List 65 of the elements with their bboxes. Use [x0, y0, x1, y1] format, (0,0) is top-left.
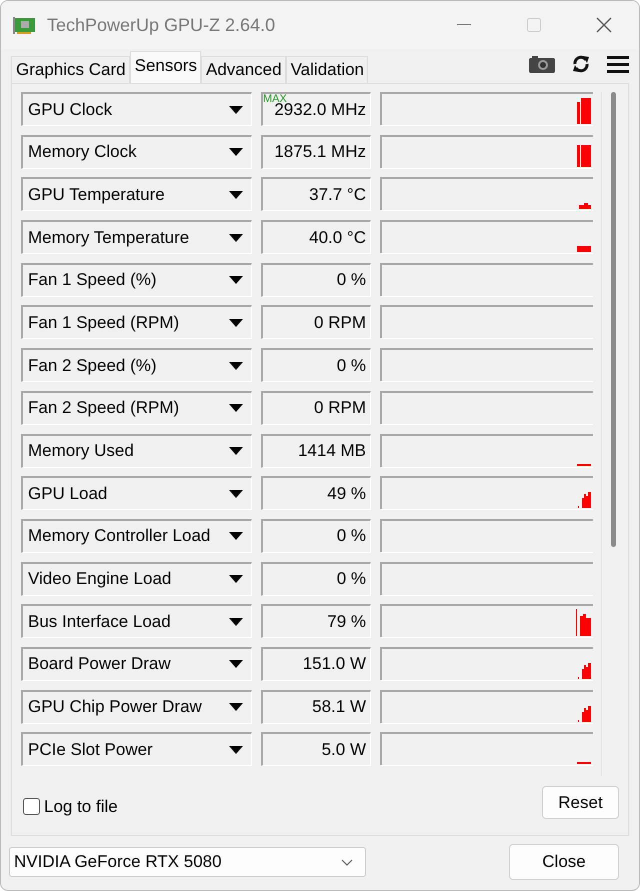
sensor-dropdown[interactable]: Fan 1 Speed (RPM) — [21, 305, 252, 340]
sensor-value: 0 % — [261, 518, 371, 553]
sensor-dropdown[interactable]: Fan 2 Speed (%) — [21, 348, 252, 382]
sensor-value: 0 % — [261, 262, 371, 297]
gpu-card-icon — [13, 15, 37, 35]
window-title: TechPowerUp GPU-Z 2.64.0 — [47, 14, 276, 36]
sensor-dropdown[interactable]: PCIe Slot Power — [21, 732, 252, 766]
sensor-value: 1875.1 MHz — [261, 134, 371, 169]
sensor-dropdown[interactable]: Board Power Draw — [21, 646, 252, 681]
scrollbar-thumb[interactable] — [611, 92, 616, 547]
sensor-dropdown[interactable]: GPU Temperature — [21, 177, 252, 212]
tab[interactable]: Advanced — [200, 56, 286, 83]
sensor-value: 58.1 W — [261, 690, 371, 724]
close-dialog-button[interactable]: Close — [509, 844, 619, 880]
caret-icon — [229, 447, 243, 455]
sensor-value: 49 % — [261, 476, 371, 510]
sensor-value: 40.0 °C — [261, 220, 371, 254]
caret-icon — [229, 234, 243, 242]
sensor-value: 151.0 W — [261, 646, 371, 681]
caret-icon — [229, 106, 243, 114]
tab[interactable]: Graphics Card — [11, 56, 130, 83]
caret-icon — [229, 362, 243, 370]
sensor-dropdown[interactable]: Video Engine Load — [21, 562, 252, 596]
sensor-dropdown[interactable]: Memory Controller Load — [21, 518, 252, 553]
sensor-value: 0 RPM — [261, 305, 371, 340]
camera-icon[interactable] — [529, 55, 555, 73]
tab[interactable]: Sensors — [130, 51, 201, 83]
sensor-dropdown[interactable]: Memory Temperature — [21, 220, 252, 254]
sensor-value: 1414 MB — [261, 434, 371, 468]
gpu-select[interactable]: NVIDIA GeForce RTX 5080 — [9, 847, 366, 877]
sensor-value: 0 % — [261, 562, 371, 596]
reset-button[interactable]: Reset — [542, 786, 619, 819]
sensor-value: 0 RPM — [261, 390, 371, 425]
sensor-dropdown[interactable]: GPU Load — [21, 476, 252, 510]
close-icon[interactable] — [596, 17, 612, 33]
sensor-dropdown[interactable]: Bus Interface Load — [21, 604, 252, 638]
sensor-dropdown[interactable]: Fan 2 Speed (RPM) — [21, 390, 252, 425]
log-checkbox[interactable]: Log to file — [23, 796, 118, 816]
caret-icon — [229, 318, 243, 327]
caret-icon — [229, 404, 243, 412]
caret-icon — [229, 148, 243, 156]
menu-icon[interactable] — [607, 55, 629, 73]
sensor-dropdown[interactable]: GPU Clock — [21, 92, 252, 126]
caret-icon — [229, 575, 243, 584]
caret-icon — [229, 703, 243, 712]
sensor-value: 5.0 W — [261, 732, 371, 766]
caret-icon — [229, 276, 243, 284]
sensor-dropdown[interactable]: GPU Chip Power Draw — [21, 690, 252, 724]
tab[interactable]: Validation — [286, 56, 368, 83]
sensor-dropdown[interactable]: Fan 1 Speed (%) — [21, 262, 252, 297]
caret-icon — [229, 532, 243, 540]
caret-icon — [229, 660, 243, 668]
caret-icon — [229, 746, 243, 754]
sensor-value: 0 % — [261, 348, 371, 382]
refresh-icon[interactable] — [571, 54, 591, 74]
sensor-dropdown[interactable]: Memory Clock — [21, 134, 252, 169]
sensor-dropdown[interactable]: Memory Used — [21, 434, 252, 468]
caret-icon — [229, 190, 243, 199]
caret-icon — [229, 490, 243, 498]
sensor-value: 79 % — [261, 604, 371, 638]
sensor-value: 37.7 °C — [261, 177, 371, 212]
chevron-icon — [341, 858, 353, 866]
minimize-icon[interactable] — [457, 24, 471, 26]
caret-icon — [229, 618, 243, 626]
sensor-value: MAX 2932.0 MHz — [261, 92, 371, 126]
